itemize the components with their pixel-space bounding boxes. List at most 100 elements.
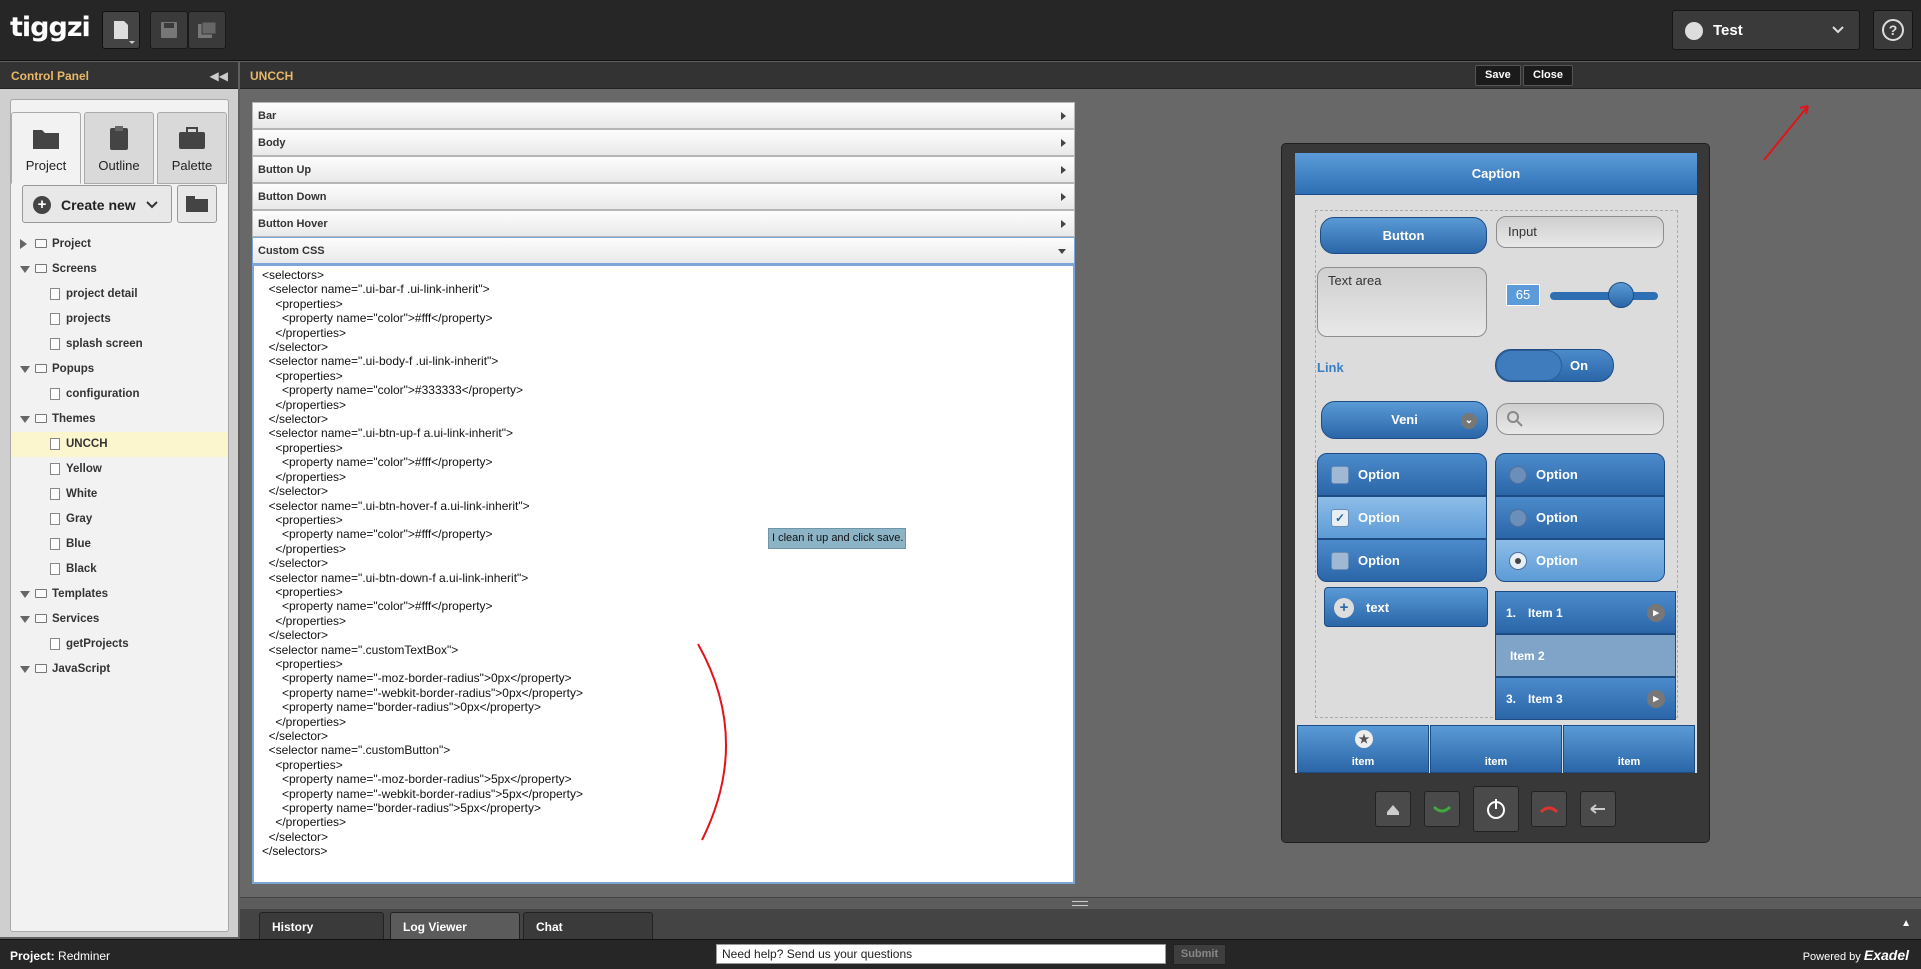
tree-item-templates[interactable]: Templates: [12, 582, 228, 607]
project-label: Project:: [10, 949, 55, 963]
collapse-panel-icon[interactable]: ◀◀: [210, 69, 228, 83]
power-hw-button[interactable]: [1473, 786, 1519, 832]
panel-splitter[interactable]: [240, 897, 1921, 909]
triangle-down-icon[interactable]: [20, 666, 30, 673]
preview-link[interactable]: Link: [1317, 360, 1344, 375]
preview-select[interactable]: Veni ⌄: [1321, 401, 1488, 439]
code-line: <properties>: [262, 512, 343, 527]
help-question-input[interactable]: Need help? Send us your questions: [716, 944, 1166, 964]
preview-input[interactable]: Input: [1496, 216, 1664, 248]
triangle-right-icon: [1061, 139, 1066, 147]
preview-nav-item-3[interactable]: item: [1563, 725, 1695, 773]
preview-list-item-3[interactable]: 3. Item 3 ▸: [1495, 677, 1676, 720]
accordion-button-up[interactable]: Button Up: [252, 156, 1075, 183]
triangle-right-icon: [1061, 112, 1066, 120]
expand-up-icon[interactable]: ▲: [1901, 918, 1911, 929]
tree-item-configuration[interactable]: configuration: [12, 382, 228, 407]
triangle-down-icon[interactable]: [20, 591, 30, 598]
preview-checkbox-3[interactable]: Option: [1317, 539, 1487, 582]
tree-item-services[interactable]: Services: [12, 607, 228, 632]
save-as-toolbar-button[interactable]: [188, 11, 226, 49]
triangle-down-icon[interactable]: [20, 266, 30, 273]
accordion-bar[interactable]: Bar: [252, 102, 1075, 129]
folder-icon: [35, 264, 47, 273]
save-button[interactable]: Save: [1475, 65, 1521, 86]
triangle-right-icon[interactable]: [20, 239, 27, 249]
tree-item-projects[interactable]: projects: [12, 307, 228, 332]
tree-item-project-detail[interactable]: project detail: [12, 282, 228, 307]
tree-item-themes[interactable]: Themes: [12, 407, 228, 432]
tab-chat[interactable]: Chat: [523, 912, 653, 939]
code-line: <properties>: [262, 368, 343, 383]
preview-list-item-1[interactable]: 1. Item 1 ▸: [1495, 591, 1676, 634]
tree-item-popups[interactable]: Popups: [12, 357, 228, 382]
tree-item-screens[interactable]: Screens: [12, 257, 228, 282]
tree-item-blue[interactable]: Blue: [12, 532, 228, 557]
home-hw-button[interactable]: [1375, 791, 1411, 827]
nav-item-label: item: [1617, 756, 1641, 768]
tab-project[interactable]: Project: [11, 112, 81, 184]
tree-item-yellow[interactable]: Yellow: [12, 457, 228, 482]
accordion-button-down[interactable]: Button Down: [252, 183, 1075, 210]
preview-radio-2[interactable]: Option: [1495, 496, 1665, 539]
editor-title: UNCCH: [250, 69, 294, 83]
preview-checkbox-1[interactable]: Option: [1317, 453, 1487, 496]
tree-item-label: White: [66, 488, 98, 500]
tree-item-gray[interactable]: Gray: [12, 507, 228, 532]
help-button[interactable]: ?: [1873, 10, 1913, 50]
tree-item-getprojects[interactable]: getProjects: [12, 632, 228, 657]
tree-item-label: Services: [52, 613, 100, 625]
hangup-hw-button[interactable]: [1531, 791, 1567, 827]
save-toolbar-button[interactable]: [150, 11, 188, 49]
code-line: <property name="color">#fff</property>: [262, 455, 493, 470]
preview-radio-3[interactable]: Option: [1495, 539, 1665, 582]
preview-radio-1[interactable]: Option: [1495, 453, 1665, 496]
folder-icon: [35, 664, 47, 673]
preview-nav-item-2[interactable]: item: [1430, 725, 1562, 773]
tab-history[interactable]: History: [259, 912, 384, 939]
test-dropdown[interactable]: Test: [1672, 10, 1860, 50]
tree-item-uncch[interactable]: UNCCH: [12, 432, 228, 457]
create-new-button[interactable]: + Create new: [22, 185, 172, 223]
nav-item-label: item: [1484, 756, 1508, 768]
close-button[interactable]: Close: [1523, 65, 1573, 86]
code-line: </selectors>: [262, 844, 328, 859]
tree-item-black[interactable]: Black: [12, 557, 228, 582]
triangle-down-icon[interactable]: [20, 416, 30, 423]
triangle-down-icon[interactable]: [20, 366, 30, 373]
triangle-down-icon[interactable]: [20, 616, 30, 623]
preview-list-item-2[interactable]: Item 2: [1495, 634, 1676, 677]
tree-item-label: Gray: [66, 513, 93, 525]
slider-handle[interactable]: [1608, 282, 1634, 308]
code-line: <property name="-moz-border-radius">5px<…: [262, 772, 572, 787]
submit-button[interactable]: Submit: [1173, 944, 1226, 965]
call-hw-button[interactable]: [1424, 791, 1460, 827]
tree-item-white[interactable]: White: [12, 482, 228, 507]
accordion-body[interactable]: Body: [252, 129, 1075, 156]
tab-palette[interactable]: Palette: [157, 112, 227, 184]
code-line: </selector>: [262, 340, 329, 355]
preview-search-input[interactable]: [1496, 403, 1664, 435]
list-label: Item 2: [1510, 649, 1545, 663]
preview-checkbox-2[interactable]: ✓ Option: [1317, 496, 1487, 539]
preview-toggle[interactable]: On: [1495, 349, 1614, 382]
custom-css-textarea[interactable]: <selectors> <selector name=".ui-bar-f .u…: [252, 264, 1075, 884]
accordion-custom-css[interactable]: Custom CSS: [252, 237, 1075, 264]
new-page-button[interactable]: [102, 11, 140, 49]
preview-text-button[interactable]: + text: [1324, 587, 1488, 627]
back-hw-button[interactable]: [1580, 791, 1616, 827]
tree-item-splash-screen[interactable]: splash screen: [12, 332, 228, 357]
preview-nav-item-1[interactable]: ★ item: [1297, 725, 1429, 773]
tree-item-project[interactable]: Project: [12, 232, 228, 257]
folder-icon: [35, 414, 47, 423]
tab-outline[interactable]: Outline: [84, 112, 154, 184]
tab-log-viewer[interactable]: Log Viewer: [390, 912, 520, 939]
preview-button[interactable]: Button: [1320, 217, 1487, 254]
status-bar: Project: Redminer Need help? Send us you…: [0, 939, 1921, 969]
slider-track[interactable]: [1550, 292, 1658, 300]
new-folder-button[interactable]: [177, 185, 217, 223]
accordion-button-hover[interactable]: Button Hover: [252, 210, 1075, 237]
preview-textarea[interactable]: Text area: [1317, 267, 1487, 337]
tree-item-javascript[interactable]: JavaScript: [12, 657, 228, 682]
briefcase-icon: [179, 127, 205, 149]
